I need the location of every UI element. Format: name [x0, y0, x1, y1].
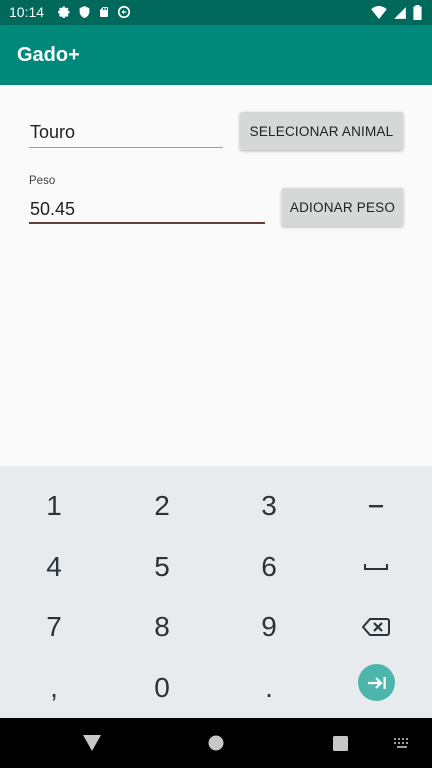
home-icon [208, 735, 224, 751]
key-6[interactable]: 6 [229, 547, 309, 587]
key-comma[interactable]: , [14, 668, 94, 708]
status-bar: 10:14 [0, 0, 432, 25]
keyboard-switch-icon [394, 737, 408, 748]
key-8[interactable]: 8 [122, 607, 202, 647]
main-content: Touro SELECIONAR ANIMAL Peso 50.45 ADION… [0, 85, 432, 466]
sd-card-icon [98, 5, 110, 19]
status-notification-icons [57, 5, 131, 19]
app-bar: Gado+ [0, 25, 432, 85]
keyboard-switch-button[interactable] [388, 730, 416, 756]
shield-icon [78, 5, 91, 19]
key-0[interactable]: 0 [122, 668, 202, 708]
sync-icon [117, 5, 131, 19]
home-button[interactable] [200, 728, 232, 758]
backspace-icon [362, 618, 390, 636]
wifi-icon [371, 6, 387, 19]
key-backspace[interactable] [336, 607, 416, 647]
weight-field-underline [29, 222, 265, 224]
navigation-bar [0, 718, 432, 768]
back-icon [83, 735, 101, 751]
app-title: Gado+ [17, 44, 80, 66]
weight-field-value: 50.45 [30, 199, 76, 219]
animal-field-underline [29, 147, 223, 148]
recents-button[interactable] [324, 728, 356, 758]
key-period[interactable]: . [229, 668, 309, 708]
minus-icon [369, 504, 383, 507]
cell-signal-icon [393, 6, 407, 20]
status-system-icons [371, 5, 422, 20]
status-time: 10:14 [9, 4, 45, 20]
key-7[interactable]: 7 [14, 607, 94, 647]
add-weight-button[interactable]: ADIONAR PESO [282, 188, 403, 226]
next-field-icon [367, 676, 386, 689]
weight-field[interactable]: Peso 50.45 [29, 173, 265, 226]
space-icon [364, 564, 388, 570]
recents-icon [332, 735, 348, 751]
settings-icon [57, 5, 71, 19]
key-minus[interactable] [336, 486, 416, 526]
animal-field-value: Touro [30, 122, 76, 142]
key-2[interactable]: 2 [122, 486, 202, 526]
back-button[interactable] [76, 728, 108, 758]
key-space[interactable] [336, 547, 416, 587]
numeric-keyboard: 1 2 3 4 5 6 7 8 9 , 0 . [0, 466, 432, 718]
battery-icon [413, 5, 422, 20]
select-animal-button[interactable]: SELECIONAR ANIMAL [240, 112, 403, 150]
key-4[interactable]: 4 [14, 547, 94, 587]
animal-field[interactable]: Touro [29, 115, 223, 149]
key-5[interactable]: 5 [122, 547, 202, 587]
key-9[interactable]: 9 [229, 607, 309, 647]
weight-field-label: Peso [29, 175, 56, 187]
key-next[interactable] [358, 664, 395, 701]
key-3[interactable]: 3 [229, 486, 309, 526]
key-1[interactable]: 1 [14, 486, 94, 526]
